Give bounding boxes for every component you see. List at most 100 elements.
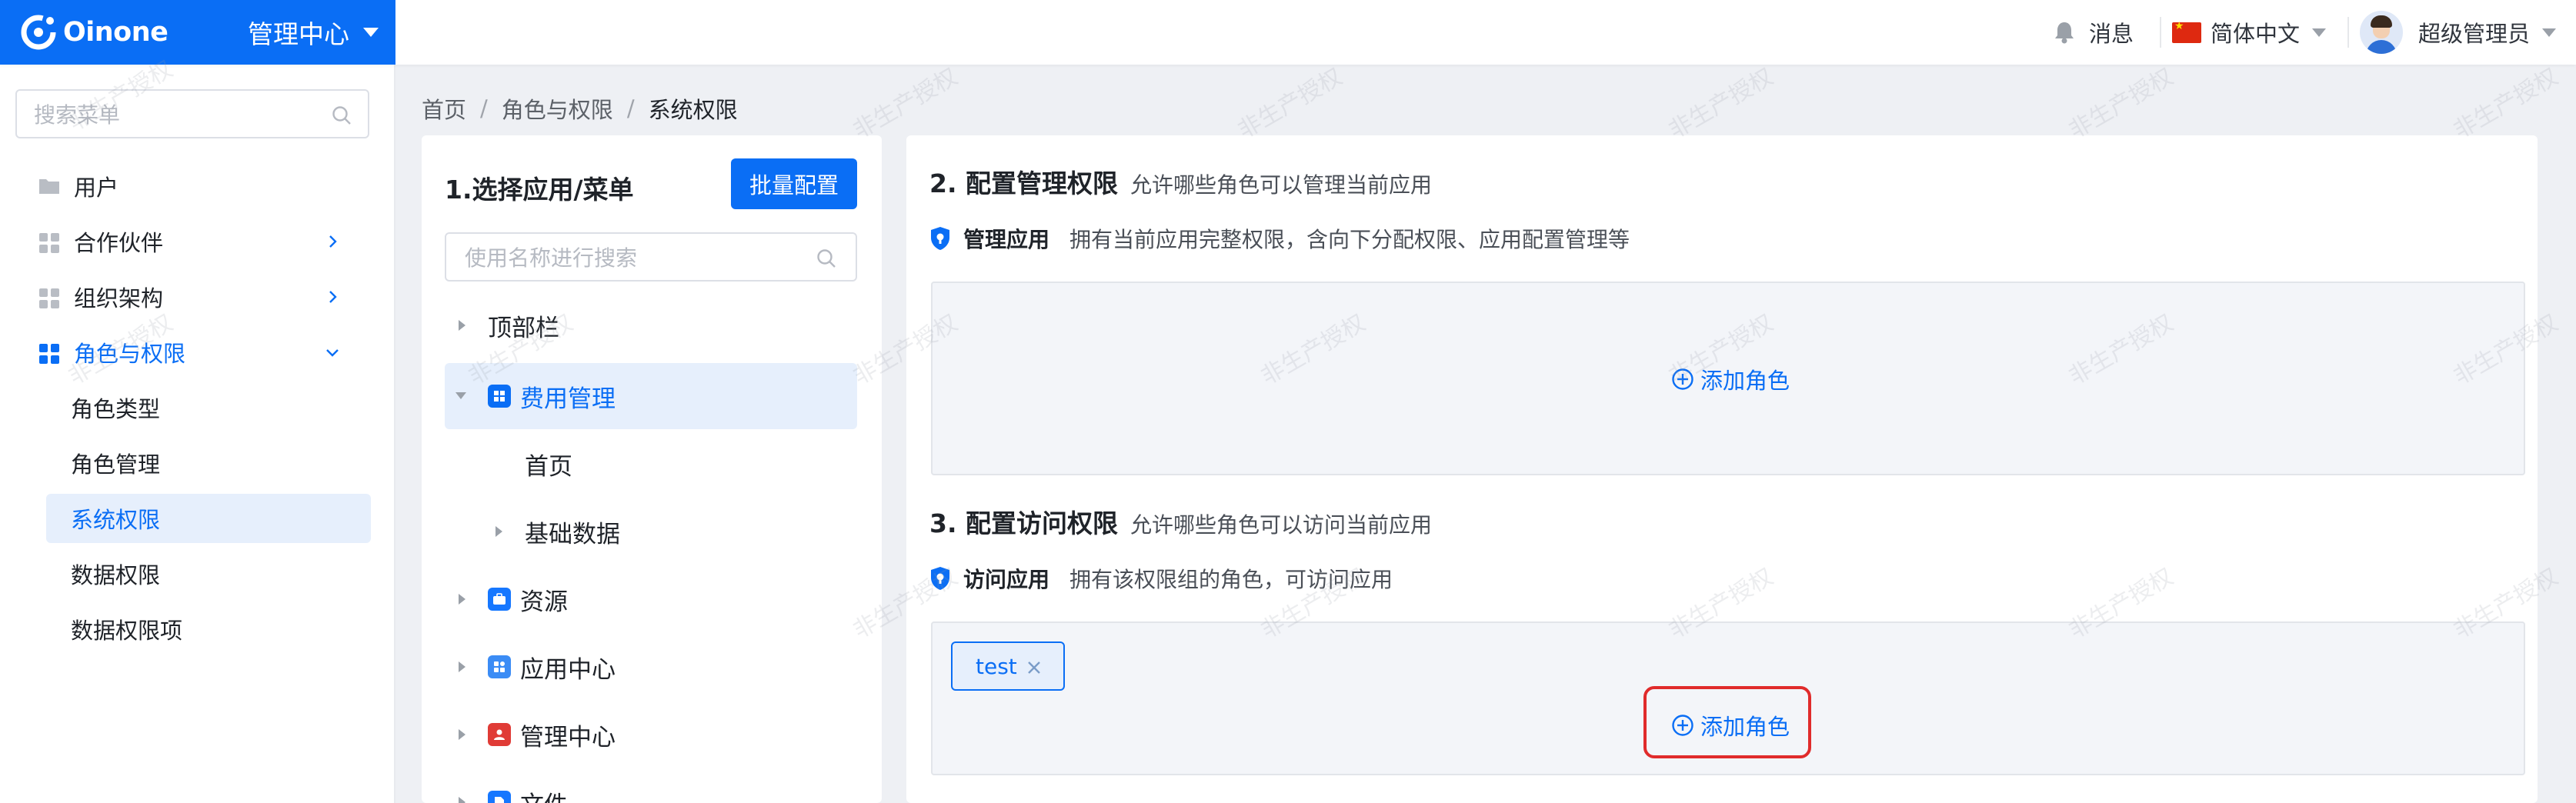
manage-permission-section-title: 2. 配置管理权限 允许哪些角色可以管理当前应用 — [929, 163, 1432, 200]
section-title: 3. 配置访问权限 — [929, 508, 1118, 538]
apps-icon — [488, 655, 511, 678]
language-label: 简体中文 — [2210, 21, 2300, 47]
tree-node-label: 应用中心 — [520, 655, 616, 684]
sidebar-item-role-management[interactable]: 角色管理 — [46, 438, 371, 488]
expand-arrow-icon[interactable] — [459, 661, 465, 672]
menu-search-placeholder: 搜索菜单 — [34, 102, 121, 128]
app-switcher-label: 管理中心 — [248, 19, 349, 49]
panel-title: 1.选择应用/菜单 — [445, 175, 634, 205]
tree-node-expense-management[interactable]: 费用管理 — [445, 363, 857, 429]
sidebar-item-organization[interactable]: 组织架构 — [0, 272, 395, 322]
briefcase-icon — [488, 588, 511, 611]
grid-icon — [39, 233, 59, 253]
tree-node-label: 文件 — [520, 785, 568, 803]
watermark-text: 非生产授权 — [2449, 63, 2563, 145]
tree-node-label: 基础数据 — [525, 520, 620, 548]
sidebar-item-label: 用户 — [74, 175, 119, 201]
search-icon — [332, 106, 351, 125]
tree-node-app-center[interactable]: 应用中心 — [445, 634, 857, 700]
file-icon — [488, 791, 511, 803]
expand-arrow-icon[interactable] — [459, 729, 465, 740]
sidebar: 搜索菜单 用户 合作伙伴 组织架构 角色与权限 角色类型 角色管理 系统权限 数… — [0, 65, 395, 803]
tree-node-admin-center[interactable]: 管理中心 — [445, 701, 857, 768]
app-switcher[interactable]: 管理中心 — [248, 14, 379, 51]
expand-arrow-icon[interactable] — [496, 526, 502, 537]
manage-role-box: 添加角色 — [931, 282, 2525, 475]
watermark-text: 非生产授权 — [849, 63, 963, 145]
watermark-text: 非生产授权 — [1664, 63, 1778, 145]
shield-icon — [931, 567, 949, 590]
role-tag-label: test — [976, 653, 1017, 679]
divider — [2159, 17, 2161, 48]
menu-search-input[interactable]: 搜索菜单 — [15, 89, 369, 138]
sidebar-item-data-permissions[interactable]: 数据权限 — [46, 549, 371, 598]
close-icon[interactable] — [1025, 655, 1045, 678]
caret-down-icon — [2311, 28, 2326, 37]
watermark-text: 非生产授权 — [2064, 63, 2178, 145]
breadcrumb-separator: / — [626, 95, 635, 122]
expand-arrow-icon[interactable] — [459, 320, 465, 331]
sidebar-item-label: 组织架构 — [74, 285, 164, 312]
tree-node-label: 首页 — [525, 452, 572, 481]
top-bar: Oinone 管理中心 消息 简体中文 超级管理员 — [0, 0, 2576, 65]
chevron-right-icon — [329, 291, 337, 303]
sidebar-item-role-types[interactable]: 角色类型 — [46, 383, 371, 432]
divider — [2347, 17, 2349, 48]
breadcrumb-parent[interactable]: 角色与权限 — [502, 92, 613, 125]
annotation-highlight-box — [1643, 686, 1811, 758]
grid-icon — [39, 344, 59, 364]
tree-node-label: 管理中心 — [520, 723, 616, 751]
tree-node-home[interactable]: 首页 — [445, 431, 857, 497]
section-desc: 允许哪些角色可以管理当前应用 — [1130, 172, 1433, 198]
sidebar-item-label: 合作伙伴 — [74, 230, 164, 256]
china-flag-icon — [2171, 20, 2201, 43]
section-title: 2. 配置管理权限 — [929, 168, 1118, 198]
sidebar-item-partners[interactable]: 合作伙伴 — [0, 217, 395, 266]
batch-config-button[interactable]: 批量配置 — [731, 158, 857, 209]
tree-search-placeholder: 使用名称进行搜索 — [465, 245, 638, 271]
watermark-text: 非生产授权 — [1233, 63, 1347, 145]
top-right-tools: 消息 简体中文 超级管理员 — [2054, 0, 2576, 65]
role-tag: test — [951, 641, 1065, 691]
tree-search-input[interactable]: 使用名称进行搜索 — [445, 232, 857, 282]
grid-icon — [39, 288, 59, 308]
expand-arrow-icon[interactable] — [459, 797, 465, 803]
sidebar-subitem-label: 数据权限 — [71, 562, 161, 588]
language-select[interactable]: 简体中文 — [2171, 16, 2326, 48]
oinone-logo-icon — [20, 14, 57, 51]
section-desc: 允许哪些角色可以访问当前应用 — [1130, 512, 1433, 538]
brand-area: Oinone 管理中心 — [0, 0, 395, 65]
access-permission-section-title: 3. 配置访问权限 允许哪些角色可以访问当前应用 — [929, 503, 1432, 540]
tree-node-label: 资源 — [520, 588, 568, 616]
chevron-right-icon — [329, 235, 337, 248]
sidebar-item-system-permissions[interactable]: 系统权限 — [46, 494, 371, 543]
plus-circle-icon — [1672, 368, 1693, 390]
expand-arrow-icon[interactable] — [459, 594, 465, 605]
shield-icon — [931, 227, 949, 250]
sidebar-item-data-permission-items[interactable]: 数据权限项 — [46, 605, 371, 654]
folder-icon — [39, 179, 59, 194]
sidebar-item-roles-permissions[interactable]: 角色与权限 — [0, 328, 395, 377]
caret-down-icon — [2542, 28, 2556, 37]
add-manage-role-button[interactable]: 添加角色 — [1671, 363, 1790, 395]
tree-node-label: 顶部栏 — [488, 314, 559, 342]
user-menu[interactable]: 超级管理员 — [2359, 11, 2556, 54]
search-icon — [817, 249, 836, 268]
breadcrumb-home[interactable]: 首页 — [422, 92, 466, 125]
sidebar-item-users[interactable]: 用户 — [0, 162, 395, 211]
tree-node-files[interactable]: 文件 — [445, 769, 857, 803]
sidebar-subitem-label: 系统权限 — [71, 507, 161, 533]
tree-node-resources[interactable]: 资源 — [445, 566, 857, 632]
app-grid-icon — [488, 385, 511, 408]
breadcrumb: 首页 / 角色与权限 / 系统权限 — [422, 92, 738, 125]
tree-node-top-bar[interactable]: 顶部栏 — [445, 292, 857, 358]
permission-config-panel: 2. 配置管理权限 允许哪些角色可以管理当前应用 管理应用 拥有当前应用完整权限… — [906, 135, 2538, 803]
tree-node-basic-data[interactable]: 基础数据 — [445, 498, 857, 565]
sidebar-subitem-label: 数据权限项 — [71, 618, 183, 644]
tree-node-label: 费用管理 — [520, 385, 616, 413]
chevron-down-icon — [326, 349, 339, 357]
breadcrumb-current: 系统权限 — [648, 97, 738, 123]
messages-button[interactable]: 消息 — [2054, 16, 2134, 48]
permission-desc: 拥有该权限组的角色，可访问应用 — [1069, 567, 1393, 592]
collapse-arrow-icon[interactable] — [455, 392, 466, 399]
